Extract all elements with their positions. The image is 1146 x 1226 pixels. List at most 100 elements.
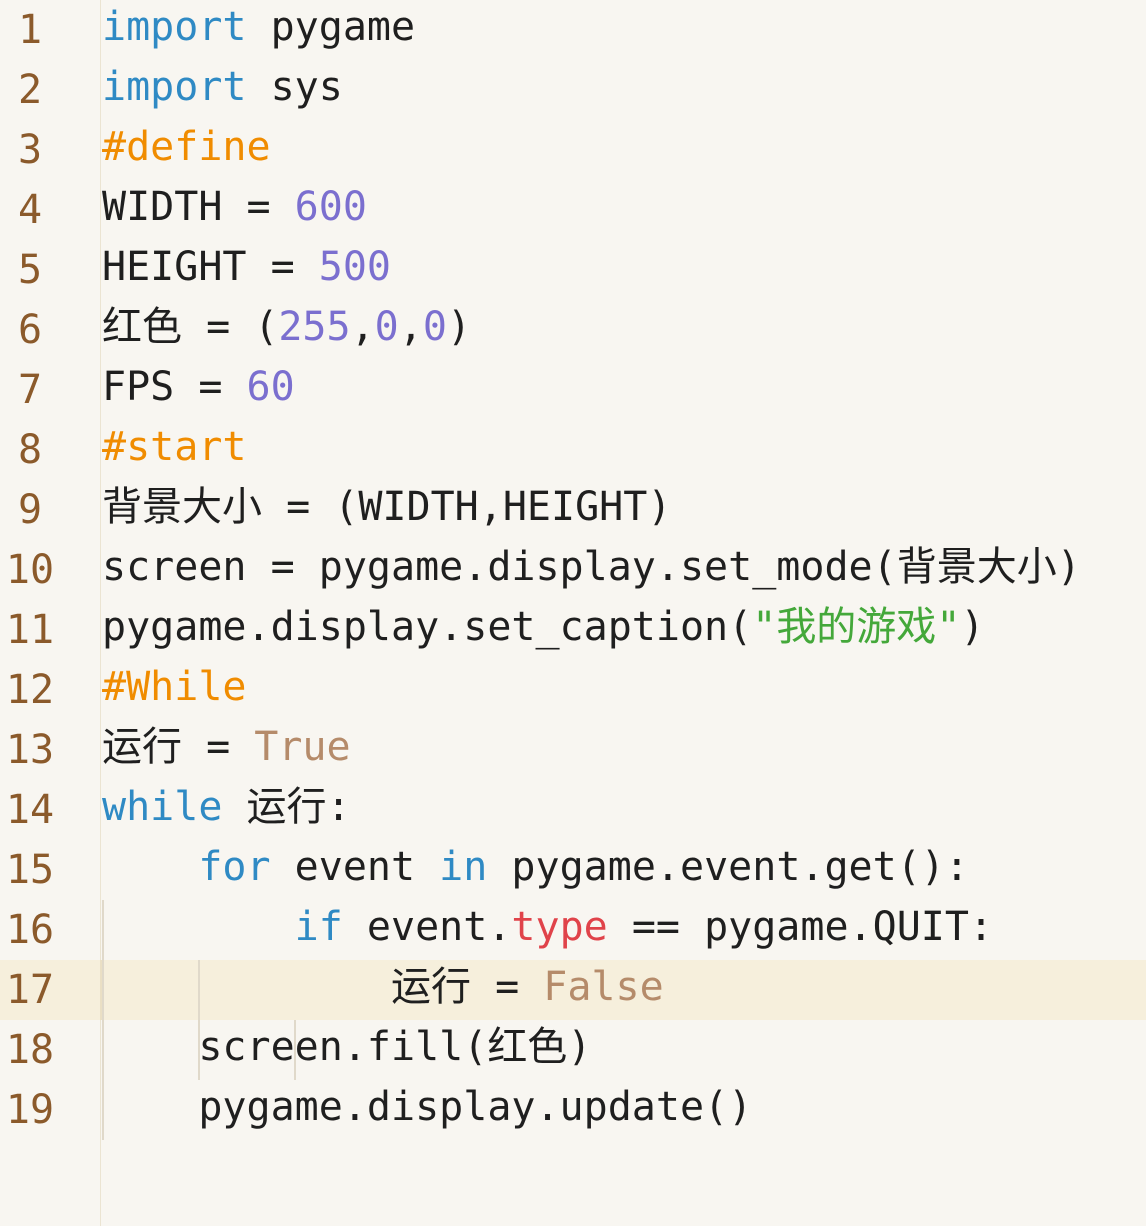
code-token: 500 bbox=[318, 244, 391, 290]
code-token: = bbox=[182, 724, 255, 770]
code-text[interactable]: pygame.display.update() bbox=[102, 1080, 752, 1140]
code-line[interactable]: 16 if event.type == pygame.QUIT: bbox=[0, 900, 1146, 960]
code-token: ) bbox=[960, 604, 985, 650]
code-line[interactable]: 2 import sys bbox=[0, 60, 1146, 120]
code-token: FPS = bbox=[102, 364, 247, 410]
line-number: 4 bbox=[17, 187, 43, 233]
code-token: event bbox=[270, 844, 440, 890]
code-token: 600 bbox=[294, 184, 367, 230]
code-token: WIDTH = bbox=[102, 184, 295, 230]
code-line[interactable]: 9 背景大小 = (WIDTH,HEIGHT) bbox=[0, 480, 1146, 540]
line-number: 15 bbox=[5, 847, 55, 893]
code-token: 0 bbox=[422, 304, 447, 350]
code-token: pygame.event.get(): bbox=[487, 844, 969, 890]
code-token: = bbox=[470, 964, 544, 1010]
code-line[interactable]: 8 #start bbox=[0, 420, 1146, 480]
code-token: pygame.display.update() bbox=[102, 1084, 753, 1130]
code-line[interactable]: 6 红色 = (255,0,0) bbox=[0, 300, 1146, 360]
line-number: 2 bbox=[17, 67, 43, 113]
code-token: = ( bbox=[182, 304, 279, 350]
code-token: 60 bbox=[246, 364, 295, 410]
line-number: 1 bbox=[17, 7, 43, 53]
code-line[interactable]: 10 screen = pygame.display.set_mode(背景大小) bbox=[0, 540, 1146, 600]
code-line[interactable]: 3 #define bbox=[0, 120, 1146, 180]
code-token: HEIGHT = bbox=[102, 244, 319, 290]
code-token: False bbox=[543, 964, 664, 1010]
line-number: 19 bbox=[5, 1087, 55, 1133]
code-token: for bbox=[198, 844, 271, 890]
code-token: ) bbox=[446, 304, 472, 350]
code-token: 运行 bbox=[102, 724, 182, 770]
code-token: 我的游戏 bbox=[776, 604, 937, 650]
code-token: 红色 bbox=[102, 304, 182, 350]
code-token: 红色 bbox=[487, 1024, 568, 1070]
code-line[interactable]: 14 while 运行: bbox=[0, 780, 1146, 840]
code-token: pygame.display.set_caption( bbox=[102, 604, 753, 650]
code-token: event. bbox=[342, 904, 512, 950]
code-token: screen = pygame.display.set_mode( bbox=[102, 544, 897, 590]
code-text[interactable]: #start bbox=[102, 420, 247, 480]
code-text[interactable]: if event.type == pygame.QUIT: bbox=[102, 900, 993, 960]
code-text[interactable]: #While bbox=[102, 660, 247, 720]
code-token: #start bbox=[102, 424, 247, 470]
line-number: 3 bbox=[17, 127, 43, 173]
code-text[interactable]: screen.fill(红色) bbox=[102, 1020, 591, 1080]
code-text[interactable]: #define bbox=[102, 120, 271, 180]
code-text[interactable]: for event in pygame.event.get(): bbox=[102, 840, 969, 900]
code-line[interactable]: 13 运行 = True bbox=[0, 720, 1146, 780]
line-number: 16 bbox=[5, 907, 55, 953]
line-number: 18 bbox=[5, 1027, 55, 1073]
code-token: True bbox=[254, 724, 351, 770]
code-token: 0 bbox=[374, 304, 399, 350]
code-token: if bbox=[294, 904, 343, 950]
code-token: screen.fill( bbox=[102, 1024, 488, 1070]
code-text[interactable]: WIDTH = 600 bbox=[102, 180, 367, 240]
code-line[interactable]: 17 运行 = False bbox=[0, 960, 1146, 1020]
code-token: 运行 bbox=[390, 964, 471, 1010]
code-text[interactable]: 运行 = False bbox=[102, 960, 664, 1020]
code-token: ) bbox=[567, 1024, 592, 1070]
code-token: while bbox=[102, 784, 223, 830]
code-line[interactable]: 19 pygame.display.update() bbox=[0, 1080, 1146, 1140]
code-token: " bbox=[752, 604, 777, 650]
code-line[interactable]: 4 WIDTH = 600 bbox=[0, 180, 1146, 240]
code-text[interactable]: HEIGHT = 500 bbox=[102, 240, 391, 300]
code-text[interactable]: 运行 = True bbox=[102, 720, 351, 780]
code-token: type bbox=[511, 904, 608, 950]
code-token: pygame bbox=[246, 4, 416, 50]
line-number: 6 bbox=[17, 307, 43, 353]
code-text[interactable]: 背景大小 = (WIDTH,HEIGHT) bbox=[102, 480, 671, 540]
code-token: == pygame.QUIT: bbox=[607, 904, 994, 950]
code-text[interactable]: import pygame bbox=[102, 0, 415, 60]
line-number: 5 bbox=[17, 247, 43, 293]
code-line[interactable]: 1 import pygame bbox=[0, 0, 1146, 60]
code-text[interactable]: FPS = 60 bbox=[102, 360, 295, 420]
code-line[interactable]: 7 FPS = 60 bbox=[0, 360, 1146, 420]
code-token: 运行 bbox=[246, 784, 327, 830]
code-text[interactable]: while 运行: bbox=[102, 780, 351, 840]
code-line[interactable]: 11 pygame.display.set_caption("我的游戏") bbox=[0, 600, 1146, 660]
code-line[interactable]: 18 screen.fill(红色) bbox=[0, 1020, 1146, 1080]
line-number: 9 bbox=[17, 487, 43, 533]
code-token: , bbox=[350, 304, 375, 350]
code-token: = (WIDTH,HEIGHT) bbox=[262, 484, 672, 530]
code-editor[interactable]: 1 import pygame 2 import sys 3 #define 4 WIDTH … bbox=[0, 0, 1146, 1226]
code-token: ) bbox=[1056, 544, 1081, 590]
code-token: " bbox=[936, 604, 961, 650]
line-number: 14 bbox=[5, 787, 55, 833]
code-text[interactable]: 红色 = (255,0,0) bbox=[102, 300, 471, 360]
code-token: 255 bbox=[278, 304, 351, 350]
code-text[interactable]: screen = pygame.display.set_mode(背景大小) bbox=[102, 540, 1081, 600]
code-text[interactable]: pygame.display.set_caption("我的游戏") bbox=[102, 600, 985, 660]
code-token: import bbox=[102, 4, 247, 50]
code-text[interactable]: import sys bbox=[102, 60, 343, 120]
code-line[interactable]: 15 for event in pygame.event.get(): bbox=[0, 840, 1146, 900]
code-token: : bbox=[326, 784, 351, 830]
code-line[interactable]: 5 HEIGHT = 500 bbox=[0, 240, 1146, 300]
code-line[interactable]: 12 #While bbox=[0, 660, 1146, 720]
code-token: 背景大小 bbox=[102, 484, 262, 530]
line-number: 12 bbox=[5, 667, 55, 713]
